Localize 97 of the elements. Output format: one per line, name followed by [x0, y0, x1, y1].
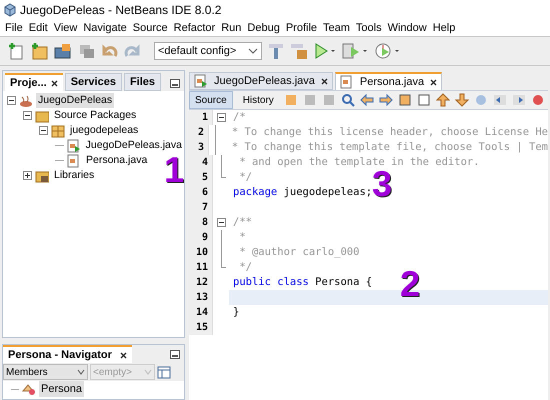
java-file-icon — [340, 75, 354, 89]
collapse-icon[interactable] — [7, 96, 16, 105]
line-number: 10 — [196, 246, 208, 260]
config-dropdown[interactable]: <default config> — [154, 42, 262, 60]
code-line: } — [233, 304, 240, 320]
shift-up-icon[interactable] — [436, 93, 450, 107]
debug-icon[interactable] — [342, 42, 368, 60]
tree-item[interactable]: juegodepeleas — [68, 122, 140, 138]
collapse-icon[interactable] — [23, 111, 32, 120]
panel-tab[interactable]: Proje... — [5, 73, 63, 91]
window-layout-icon[interactable] — [157, 366, 171, 378]
menu-item[interactable]: Help — [430, 20, 458, 36]
code-line: /** — [233, 214, 252, 230]
code-line: * @author carlo_000 — [238, 244, 360, 260]
annotation-number: 1 — [164, 152, 184, 188]
fold-icon[interactable] — [216, 113, 226, 122]
close-icon[interactable] — [120, 352, 127, 358]
menu-item[interactable]: Navigate — [80, 20, 130, 36]
line-number: 2 — [198, 126, 204, 140]
minimize-icon[interactable] — [170, 79, 180, 88]
package-icon — [51, 124, 65, 138]
chevron-down-icon[interactable] — [77, 369, 85, 375]
new-file-icon[interactable] — [8, 42, 24, 60]
navigator-item[interactable]: Persona — [39, 380, 84, 398]
panel-tab[interactable]: Files — [124, 73, 162, 91]
line-number: 6 — [202, 186, 208, 200]
profile-icon[interactable] — [374, 42, 400, 60]
menu-item[interactable]: Source — [130, 20, 171, 36]
close-icon[interactable] — [430, 78, 438, 86]
line-number: 3 — [198, 141, 204, 155]
code-line: package juegodepeleas; — [233, 184, 372, 200]
new-project-icon[interactable] — [30, 42, 48, 60]
line-number: 5 — [202, 171, 208, 185]
tree-item[interactable]: Persona.java — [84, 152, 150, 168]
code-line: * — [238, 230, 246, 245]
code-line: */ — [238, 170, 252, 185]
previous-icon[interactable] — [360, 93, 374, 107]
code-line: * To change this template file, choose Tools | Tem — [230, 140, 548, 155]
indent-left-icon[interactable] — [492, 93, 507, 107]
annotation-number: 2 — [400, 266, 420, 302]
line-number: 13 — [196, 291, 208, 305]
collapse-icon[interactable] — [39, 126, 48, 135]
minimize-icon[interactable] — [170, 350, 180, 358]
tree-item[interactable]: JuegoDePeleas.java — [84, 138, 184, 154]
chevron-down-icon[interactable] — [248, 47, 258, 55]
menu-item[interactable]: Edit — [26, 20, 51, 36]
runnable-java-file-icon — [66, 138, 81, 152]
search-icon[interactable] — [340, 93, 355, 107]
line-number: 12 — [196, 276, 208, 290]
line-number: 4 — [202, 156, 208, 170]
app-cube-icon — [4, 3, 16, 17]
class-icon — [22, 382, 36, 396]
code-line: /* — [233, 110, 246, 125]
open-folder-icon[interactable] — [54, 42, 72, 60]
code-line: * To change this license header, choose License He — [230, 124, 548, 140]
coffee-cup-icon — [19, 94, 33, 108]
close-icon[interactable] — [320, 78, 328, 84]
run-icon[interactable] — [314, 42, 336, 60]
record-icon[interactable] — [530, 93, 545, 107]
line-number: 14 — [196, 306, 208, 320]
tree-item[interactable]: JuegoDePeleas — [36, 92, 114, 108]
panel-tab[interactable]: Services — [64, 73, 122, 91]
expand-icon[interactable] — [23, 171, 32, 180]
next-icon[interactable] — [378, 93, 393, 107]
menu-item[interactable]: Profile — [282, 20, 320, 36]
code-line: public class Persona { — [233, 274, 372, 290]
panel-tab[interactable]: Persona - Navigator — [3, 345, 132, 363]
runnable-java-file-icon — [194, 74, 208, 88]
line-number: 11 — [196, 261, 208, 275]
menu-item[interactable]: Tools — [352, 20, 385, 36]
menu-item[interactable]: View — [50, 20, 80, 36]
menu-item[interactable]: Run — [218, 20, 244, 36]
menu-item[interactable]: Team — [320, 20, 353, 36]
tree-item[interactable]: Source Packages — [52, 108, 138, 124]
fold-icon[interactable] — [216, 218, 226, 227]
members-dropdown[interactable]: Members — [3, 364, 88, 380]
code-line: */ — [238, 260, 252, 275]
tree-item[interactable]: Libraries — [52, 168, 96, 184]
line-number: 9 — [202, 231, 208, 245]
library-folder-icon — [35, 168, 49, 182]
shift-down-icon[interactable] — [454, 93, 469, 107]
menu-item[interactable]: Refactor — [170, 20, 218, 36]
indent-right-icon[interactable] — [512, 93, 526, 107]
window-title: JuegoDePeleas - NetBeans IDE 8.0.2 — [20, 2, 222, 19]
menu-item[interactable]: File — [2, 20, 26, 36]
menu-item[interactable]: Debug — [244, 20, 283, 36]
editor-tab[interactable]: Persona.java — [334, 72, 442, 90]
close-icon[interactable] — [50, 80, 58, 86]
view-tab[interactable]: History — [238, 91, 279, 109]
line-number: 15 — [196, 321, 208, 335]
line-number: 8 — [202, 216, 208, 230]
line-number: 7 — [202, 201, 208, 215]
java-file-icon — [67, 154, 81, 168]
view-tab[interactable]: Source — [189, 91, 233, 109]
editor-tab[interactable]: JuegoDePeleas.java — [189, 72, 333, 90]
menu-item[interactable]: Window — [384, 20, 430, 36]
line-number: 1 — [202, 111, 208, 125]
